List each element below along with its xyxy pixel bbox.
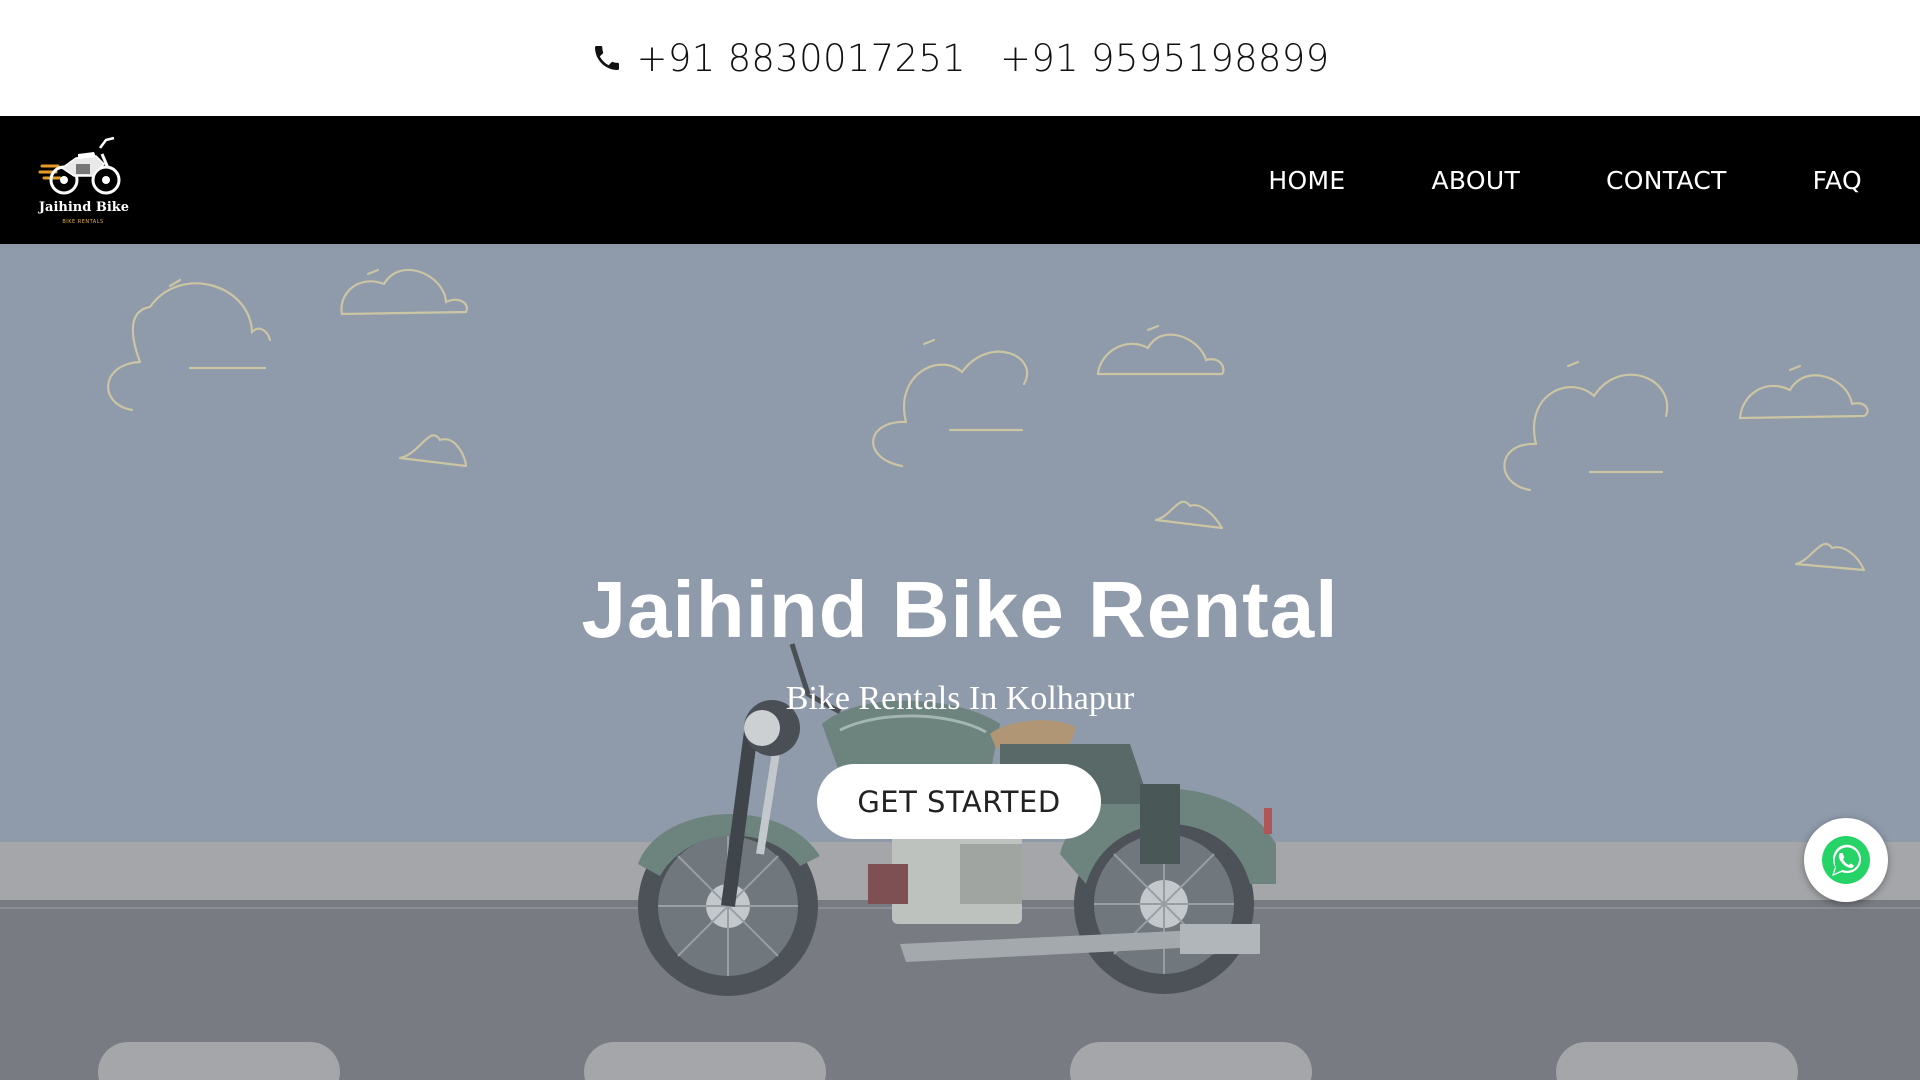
main-nav: HOME ABOUT CONTACT FAQ — [1268, 116, 1862, 244]
hero-subtitle: Bike Rentals In Kolhapur — [785, 680, 1135, 717]
nav-faq[interactable]: FAQ — [1813, 166, 1862, 195]
nav-home[interactable]: HOME — [1268, 166, 1345, 195]
phone-number-1[interactable]: +91 8830017251 — [637, 37, 966, 80]
hero-section: Jaihind Bike Rental Bike Rentals In Kolh… — [0, 244, 1920, 1080]
get-started-button[interactable]: GET STARTED — [817, 764, 1101, 839]
logo[interactable]: Jaihind Bike BIKE RENTALS — [36, 126, 129, 234]
logo-subtext: BIKE RENTALS — [62, 219, 104, 225]
whatsapp-icon — [1822, 836, 1870, 884]
hero-background — [0, 244, 1920, 1080]
phone-icon — [594, 46, 619, 70]
phone-group-1[interactable]: +91 8830017251 — [591, 37, 966, 80]
motorbike-logo-icon — [38, 136, 121, 195]
hero-title: Jaihind Bike Rental — [581, 565, 1339, 654]
logo-text: Jaihind Bike — [38, 200, 130, 215]
nav-about[interactable]: ABOUT — [1431, 166, 1520, 195]
phone-number-2[interactable]: +91 9595198899 — [1000, 37, 1329, 80]
navbar: Jaihind Bike BIKE RENTALS HOME ABOUT CON… — [0, 116, 1920, 244]
whatsapp-button[interactable] — [1804, 818, 1888, 902]
contact-bar: +91 8830017251 +91 9595198899 — [0, 0, 1920, 116]
nav-contact[interactable]: CONTACT — [1606, 166, 1727, 195]
